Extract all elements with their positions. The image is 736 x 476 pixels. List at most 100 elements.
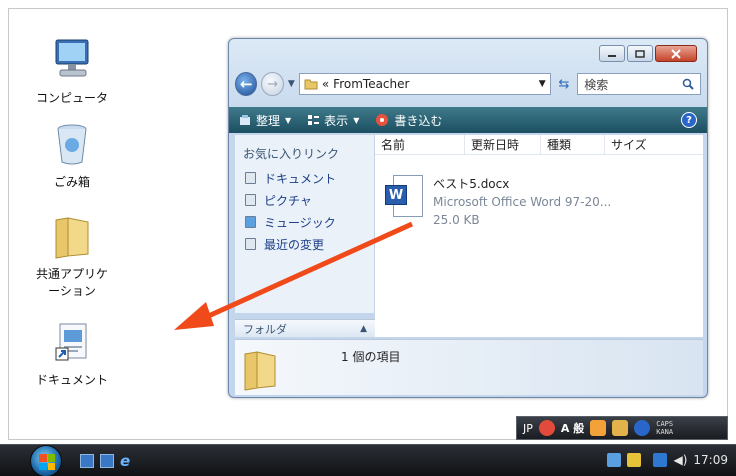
forward-button[interactable]: → [261, 72, 284, 96]
views-menu[interactable]: 表示 ▼ [307, 112, 359, 129]
desktop-icon-label-line2: ーション [48, 284, 96, 298]
refresh-icon: ⇆ [558, 76, 570, 92]
tray-pen-icon[interactable] [627, 453, 642, 467]
nav-item-label: ピクチャ [264, 193, 312, 208]
language-bar: JP A 般 CAPS KANA [516, 416, 728, 440]
windows-logo-icon [39, 454, 55, 470]
kana-label: KANA [656, 428, 674, 436]
address-prefix: « [321, 77, 330, 91]
file-list: 名前 更新日時 種類 サイズ W ベスト5.docx Microsoft Off… [375, 135, 703, 337]
search-icon [682, 78, 694, 90]
history-dropdown-icon[interactable]: ▼ [288, 79, 295, 89]
documents-shortcut-icon [48, 318, 96, 366]
chevron-up-icon: ▲ [360, 323, 367, 334]
column-label: 更新日時 [471, 138, 520, 152]
favorite-links-header: お気に入りリンク [243, 147, 340, 161]
switch-windows-icon[interactable] [100, 454, 114, 468]
burn-button[interactable]: 書き込む [375, 112, 442, 129]
column-size[interactable]: サイズ [605, 135, 675, 154]
desktop-icon-recycle-bin[interactable]: ごみ箱 [24, 120, 120, 191]
address-path: FromTeacher [333, 77, 410, 91]
column-modified[interactable]: 更新日時 [465, 135, 541, 154]
forward-arrow-icon: → [267, 76, 279, 92]
close-icon [671, 48, 681, 59]
show-desktop-icon[interactable] [80, 454, 94, 468]
back-arrow-icon: ← [239, 75, 253, 93]
help-icon: ? [686, 114, 692, 126]
address-dropdown-icon[interactable]: ▼ [539, 79, 546, 89]
desktop-icon-computer[interactable]: コンピュータ [24, 36, 120, 107]
caps-label: CAPS [656, 420, 674, 428]
language-indicator[interactable]: JP [523, 422, 533, 435]
burn-disc-icon [376, 114, 389, 126]
desktop-icon-label: ドキュメント [35, 373, 108, 387]
dictionary-icon[interactable] [612, 420, 629, 436]
ime-mode[interactable]: A 般 [561, 420, 584, 436]
help-button[interactable]: ? [681, 112, 697, 128]
documents-icon [245, 172, 256, 184]
music-icon [245, 216, 256, 228]
back-button[interactable]: ← [235, 72, 258, 96]
details-pane: 1 個の項目 [235, 339, 703, 395]
quick-launch: e [80, 454, 134, 469]
desktop-icon-label: ごみ箱 [53, 175, 90, 189]
volume-icon[interactable]: ◀) [673, 453, 687, 467]
item-count: 1 個の項目 [341, 350, 401, 364]
refresh-button[interactable]: ⇆ [555, 73, 574, 95]
file-item[interactable]: W ベスト5.docx Microsoft Office Word 97-20.… [385, 175, 611, 229]
desktop-icon-documents[interactable]: ドキュメント [24, 318, 120, 389]
help-icon[interactable] [634, 420, 651, 436]
file-type: Microsoft Office Word 97-20... [433, 195, 612, 209]
column-label: 種類 [547, 138, 572, 152]
computer-icon [48, 36, 96, 84]
recent-changes-icon [245, 238, 256, 250]
system-tray: ◀) 17:09 [607, 453, 728, 467]
nav-item-recent[interactable]: 最近の変更 [235, 233, 374, 255]
address-bar[interactable]: « FromTeacher ▼ [298, 73, 551, 95]
folders-toggle[interactable]: フォルダ ▲ [235, 319, 375, 337]
address-row: ← → ▼ « FromTeacher ▼ ⇆ 検索 [235, 69, 701, 99]
desktop-icon-label: コンピュータ [35, 91, 108, 105]
internet-explorer-icon[interactable]: e [120, 454, 134, 469]
caps-kana-indicator: CAPS KANA [656, 420, 673, 436]
column-name[interactable]: 名前 [375, 135, 465, 154]
pictures-icon [245, 194, 256, 206]
nav-item-documents[interactable]: ドキュメント [235, 167, 374, 189]
column-label: 名前 [381, 138, 406, 152]
chevron-down-icon: ▼ [285, 115, 292, 125]
folder-icon [304, 79, 318, 90]
maximize-icon [635, 49, 645, 58]
close-button[interactable] [655, 45, 697, 62]
organize-label: 整理 [256, 113, 281, 128]
taskbar: e ◀) 17:09 [0, 444, 736, 476]
start-button[interactable] [30, 445, 62, 476]
column-header-row: 名前 更新日時 種類 サイズ [375, 135, 703, 155]
minimize-icon [608, 54, 616, 57]
nav-item-music[interactable]: ミュージック [235, 211, 374, 233]
word-document-icon: W [385, 175, 425, 219]
tray-app-icon[interactable] [607, 453, 622, 467]
file-name: ベスト5.docx [433, 177, 510, 191]
folder-icon [241, 346, 287, 392]
burn-label: 書き込む [394, 113, 443, 128]
nav-item-label: ミュージック [264, 215, 336, 230]
nav-item-label: ドキュメント [264, 171, 337, 186]
nav-item-pictures[interactable]: ピクチャ [235, 189, 374, 211]
search-input[interactable]: 検索 [577, 73, 701, 95]
search-placeholder: 検索 [584, 77, 609, 92]
desktop-icon-shared-apps[interactable]: 共通アプリケ ーション [24, 212, 120, 300]
recycle-bin-icon [48, 120, 96, 168]
column-label: サイズ [611, 138, 647, 152]
folders-label: フォルダ [243, 322, 287, 336]
ime-pad-icon[interactable] [590, 420, 607, 436]
maximize-button[interactable] [627, 45, 653, 62]
organize-menu[interactable]: 整理 ▼ [239, 112, 291, 129]
network-icon[interactable] [653, 453, 668, 467]
views-label: 表示 [324, 113, 349, 128]
clock[interactable]: 17:09 [693, 453, 728, 467]
nav-item-label: 最近の変更 [264, 237, 325, 252]
organize-icon [240, 115, 250, 125]
ime-icon[interactable] [538, 420, 555, 436]
column-type[interactable]: 種類 [541, 135, 605, 154]
minimize-button[interactable] [599, 45, 625, 62]
